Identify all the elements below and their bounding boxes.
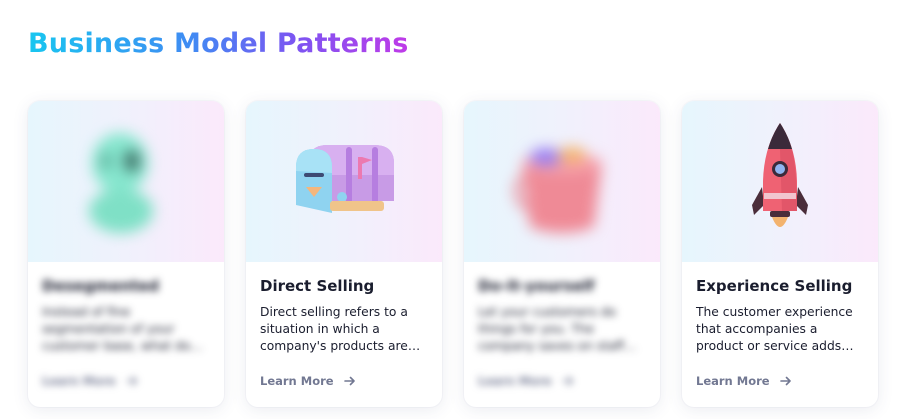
card-title: Desegmented (42, 277, 160, 295)
learn-more-link[interactable]: Learn More (42, 374, 210, 388)
pattern-card[interactable]: Experience Selling The customer experien… (682, 101, 878, 407)
learn-more-link[interactable]: Learn More (478, 374, 646, 388)
card-description: The customer experience that accompanies… (696, 305, 854, 353)
card-image (246, 101, 442, 262)
mailbox-icon (296, 145, 394, 213)
learn-more-link[interactable]: Learn More (696, 374, 864, 388)
learn-more-label: Learn More (478, 374, 552, 388)
alien-bust-icon (89, 133, 153, 233)
card-description: Instead of fine segmentation of your cus… (42, 305, 203, 353)
card-image (682, 101, 878, 262)
pattern-card[interactable]: Desegmented Instead of fine segmentation… (28, 101, 224, 407)
card-title: Experience Selling (696, 277, 853, 295)
card-title: Do-it-yourself (478, 277, 595, 295)
arrow-right-icon (343, 376, 355, 386)
card-image (464, 101, 660, 262)
card-grid: Desegmented Instead of fine segmentation… (28, 101, 880, 407)
learn-more-label: Learn More (42, 374, 116, 388)
card-description: Let your customers do things for you. Th… (478, 305, 637, 353)
learn-more-label: Learn More (696, 374, 770, 388)
card-title: Direct Selling (260, 277, 375, 295)
card-description: Direct selling refers to a situation in … (260, 305, 421, 353)
arrow-right-icon (125, 376, 137, 386)
arrow-right-icon (561, 376, 573, 386)
paint-bucket-icon (514, 147, 602, 233)
rocket-icon (752, 123, 808, 227)
learn-more-label: Learn More (260, 374, 334, 388)
pattern-card[interactable]: Do-it-yourself Let your customers do thi… (464, 101, 660, 407)
learn-more-link[interactable]: Learn More (260, 374, 428, 388)
card-image (28, 101, 224, 262)
arrow-right-icon (779, 376, 791, 386)
pattern-card[interactable]: Direct Selling Direct selling refers to … (246, 101, 442, 407)
page-title: Business Model Patterns (28, 28, 409, 59)
